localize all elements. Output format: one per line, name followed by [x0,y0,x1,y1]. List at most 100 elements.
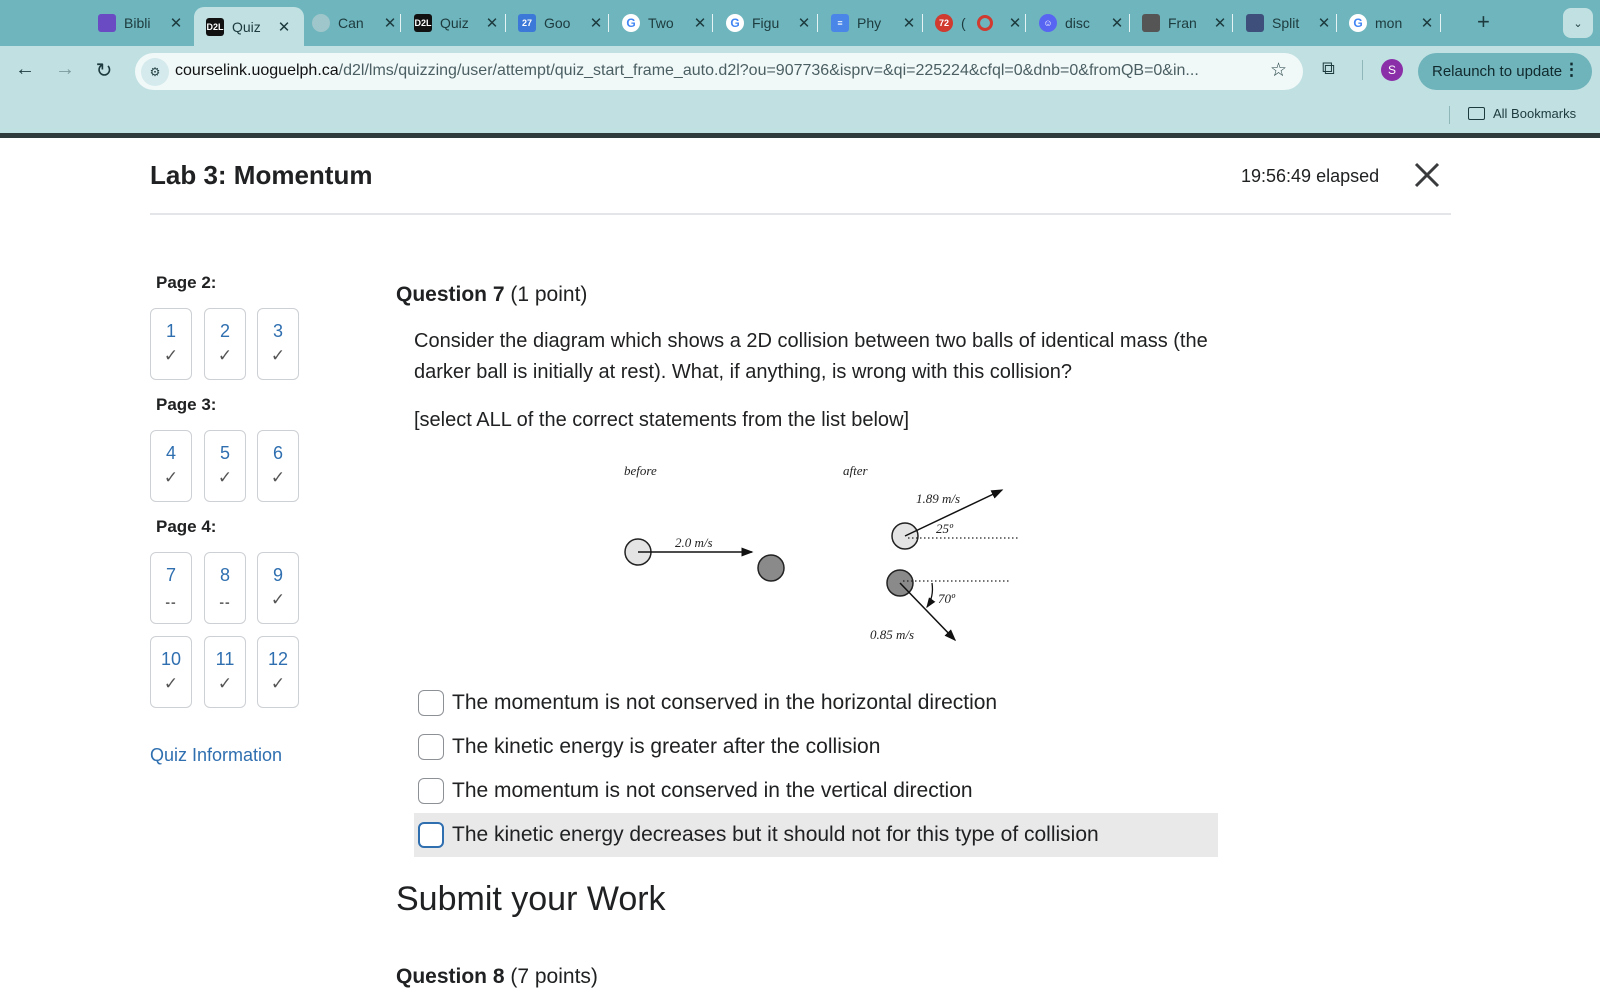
new-tab-button[interactable]: + [1477,9,1490,35]
profile-avatar[interactable]: S [1381,59,1403,81]
after-label: after [843,463,868,478]
question-nav-2[interactable]: 2 ✓ [204,308,246,380]
tab-bibliography[interactable]: Bibli ✕ [98,8,184,38]
tab-notification[interactable]: 72 ( ✕ [935,8,1023,38]
close-tab-icon[interactable]: ✕ [484,14,500,32]
tab-strip: Bibli ✕ D2L Quiz ✕ Can ✕ D2L Quiz ✕ 27 G… [0,0,1600,46]
dark-ball-speed-label: 0.85 m/s [870,627,914,642]
profile-icon [1142,14,1160,32]
tab-separator [1336,14,1337,32]
answer-option[interactable]: The momentum is not conserved in the ver… [414,769,1218,813]
quiz-information-link[interactable]: Quiz Information [150,745,282,766]
tab-google-calendar[interactable]: 27 Goo ✕ [518,8,604,38]
question-instruction: [select ALL of the correct statements fr… [414,409,910,431]
tab-separator [1129,14,1130,32]
tab-split-gif[interactable]: Split ✕ [1246,8,1332,38]
question-nav-7[interactable]: 7 -- [150,552,192,624]
page-label: Page 3: [156,395,217,414]
question-nav-12[interactable]: 12 ✓ [257,636,299,708]
close-tab-icon[interactable]: ✕ [1007,14,1023,32]
recording-icon [977,15,993,31]
tab-title: disc [1065,15,1090,31]
tab-discord[interactable]: ☺ disc ✕ [1039,8,1125,38]
answer-checkbox[interactable] [418,690,444,716]
close-tab-icon[interactable]: ✕ [276,18,292,36]
browser-chrome: Bibli ✕ D2L Quiz ✕ Can ✕ D2L Quiz ✕ 27 G… [0,0,1600,138]
question-number-label: Question 7 [396,283,505,306]
google-calendar-icon: 27 [518,14,536,32]
forward-button[interactable]: → [53,58,77,81]
answer-checkbox[interactable] [418,778,444,804]
bookmark-star-icon[interactable]: ☆ [1270,59,1287,82]
answer-option-hovered[interactable]: The kinetic energy decreases but it shou… [414,813,1218,857]
close-tab-icon[interactable]: ✕ [1109,14,1125,32]
tab-canvas[interactable]: Can ✕ [312,8,398,38]
question-number: 10 [160,649,182,669]
gif-icon [1246,14,1264,32]
answer-checkbox[interactable] [418,734,444,760]
tab-search-button[interactable]: ⌄ [1563,8,1593,38]
all-bookmarks-label: All Bookmarks [1493,106,1577,121]
tab-google-figure[interactable]: G Figu ✕ [726,8,812,38]
question-nav-9[interactable]: 9 ✓ [257,552,299,624]
close-tab-icon[interactable]: ✕ [1316,14,1332,32]
answer-label[interactable]: The kinetic energy is greater after the … [452,735,880,759]
canvas-icon [312,14,330,32]
question-8-heading: Question 8 (7 points) [396,965,598,989]
url-text[interactable]: courselink.uoguelph.ca/d2l/lms/quizzing/… [175,62,1199,80]
tab-separator [1440,14,1441,32]
answer-option[interactable]: The kinetic energy is greater after the … [414,725,1218,769]
toolbar-separator [1362,60,1363,80]
question-nav-8[interactable]: 8 -- [204,552,246,624]
tab-docs-physics[interactable]: ≡ Phy ✕ [831,8,917,38]
question-nav-3[interactable]: 3 ✓ [257,308,299,380]
question-nav-10[interactable]: 10 ✓ [150,636,192,708]
question-nav-1[interactable]: 1 ✓ [150,308,192,380]
close-tab-icon[interactable]: ✕ [796,14,812,32]
close-tab-icon[interactable]: ✕ [168,14,184,32]
answered-check-icon: ✓ [270,590,286,609]
d2l-icon: D2L [414,14,432,32]
dark-ball-before [757,554,785,582]
close-tab-icon[interactable]: ✕ [692,14,708,32]
page-label: Page 2: [156,273,217,292]
close-tab-icon[interactable]: ✕ [588,14,604,32]
tab-quiz[interactable]: D2L Quiz ✕ [414,8,500,38]
submit-heading: Submit your Work [396,880,666,918]
tab-google-two[interactable]: G Two ✕ [622,8,708,38]
tab-title: ( [961,15,966,31]
answer-checkbox[interactable] [418,822,444,848]
close-tab-icon[interactable]: ✕ [1212,14,1228,32]
site-settings-icon[interactable]: ⚙ [141,58,169,86]
answer-label[interactable]: The momentum is not conserved in the hor… [452,691,997,715]
close-quiz-icon[interactable] [1412,160,1442,190]
more-menu-icon[interactable]: ⋮ [1563,60,1580,80]
close-tab-icon[interactable]: ✕ [1419,14,1435,32]
tab-profile[interactable]: Fran ✕ [1142,8,1228,38]
question-nav-6[interactable]: 6 ✓ [257,430,299,502]
extensions-icon[interactable]: ⧉ [1322,58,1335,79]
close-tab-icon[interactable]: ✕ [901,14,917,32]
unanswered-dash-icon: -- [165,594,177,610]
answered-check-icon: ✓ [217,468,233,487]
relaunch-button[interactable]: Relaunch to update ⋮ [1418,53,1592,90]
google-icon: G [726,14,744,32]
discord-icon: ☺ [1039,14,1057,32]
url-host: courselink.uoguelph.ca [175,62,339,79]
all-bookmarks-button[interactable]: All Bookmarks [1468,106,1576,121]
chevron-down-icon: ⌄ [1573,17,1583,30]
bibliography-icon [98,14,116,32]
tab-google-mon[interactable]: G mon ✕ [1349,8,1435,38]
question-nav-5[interactable]: 5 ✓ [204,430,246,502]
answer-label[interactable]: The kinetic energy decreases but it shou… [452,823,1099,847]
answer-label[interactable]: The momentum is not conserved in the ver… [452,779,973,803]
answered-check-icon: ✓ [270,674,286,693]
tab-quiz-active[interactable]: D2L Quiz ✕ [194,7,304,46]
address-bar[interactable]: ⚙ courselink.uoguelph.ca/d2l/lms/quizzin… [135,53,1303,90]
reload-button[interactable]: ↻ [92,58,116,83]
question-nav-4[interactable]: 4 ✓ [150,430,192,502]
question-nav-11[interactable]: 11 ✓ [204,636,246,708]
back-button[interactable]: ← [13,58,37,81]
close-tab-icon[interactable]: ✕ [382,14,398,32]
answer-option[interactable]: The momentum is not conserved in the hor… [414,681,1218,725]
